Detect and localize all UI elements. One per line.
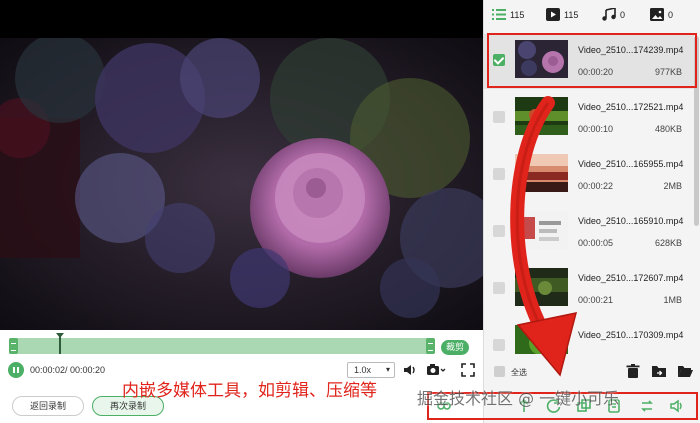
annotation-text: 内嵌多媒体工具，如剪辑、压缩等 [122, 381, 377, 401]
trash-icon[interactable] [625, 363, 641, 379]
item-checkbox[interactable] [493, 225, 505, 237]
item-checkbox[interactable] [493, 282, 505, 294]
fullscreen-icon[interactable] [460, 362, 476, 378]
tab-audio[interactable]: 0 [602, 7, 626, 23]
file-size: 480KB [654, 124, 682, 134]
trim-timeline[interactable] [9, 333, 435, 354]
video-thumbnail [515, 325, 568, 354]
tab-count: 115 [564, 9, 579, 20]
trim-start-handle[interactable] [9, 338, 18, 354]
convert-tool-icon[interactable] [639, 398, 655, 414]
item-checkbox[interactable] [493, 111, 505, 123]
list-item[interactable]: Video_2510...172607.mp4 00:00:21 1MB [484, 262, 694, 317]
export-folder-icon[interactable] [651, 363, 667, 379]
playhead[interactable] [55, 333, 64, 354]
list-item[interactable]: Video_2510...170309.mp4 [484, 319, 694, 354]
pause-button[interactable] [8, 362, 24, 378]
video-icon [546, 8, 560, 23]
file-duration: 00:00:05 [578, 238, 614, 248]
speed-value: 1.0x [354, 365, 372, 375]
tab-image[interactable]: 0 [650, 8, 673, 23]
media-tabs: 115 115 0 0 [484, 0, 700, 32]
list-item[interactable]: Video_2510...165910.mp4 00:00:05 628KB [484, 205, 694, 260]
video-thumbnail [515, 211, 568, 249]
camera-icon[interactable] [426, 362, 446, 378]
file-duration: 00:00:10 [578, 124, 614, 134]
file-name: Video_2510...172607.mp4 [578, 273, 684, 283]
file-name: Video_2510...165955.mp4 [578, 159, 684, 169]
video-frame [0, 38, 483, 330]
file-duration: 00:00:22 [578, 181, 614, 191]
tab-video[interactable]: 115 [546, 8, 578, 23]
timecode: 00:00:02/ 00:00:20 [30, 365, 106, 375]
select-all-label[interactable]: 全选 [511, 367, 527, 378]
video-thumbnail [515, 97, 568, 135]
file-size: 628KB [654, 238, 682, 248]
back-to-record-button[interactable]: 返回录制 [12, 396, 84, 416]
file-size: 2MB [663, 181, 682, 191]
tab-count: 115 [510, 9, 525, 20]
trim-end-handle[interactable] [426, 338, 435, 354]
screen-recorder-window: 裁剪 00:00:02/ 00:00:20 1.0x ▾ 返回录制 再次录制 1… [0, 0, 700, 423]
file-size: 1MB [663, 295, 682, 305]
list-icon [492, 8, 506, 23]
item-checkbox[interactable] [493, 168, 505, 180]
item-checkbox[interactable] [493, 339, 505, 351]
watermark: 掘金技术社区 @ 一键小可乐 [417, 389, 620, 408]
file-name: Video_2510...170309.mp4 [578, 330, 684, 340]
volume-icon[interactable] [402, 362, 418, 378]
list-item[interactable]: Video_2510...172521.mp4 00:00:10 480KB [484, 91, 694, 146]
image-icon [650, 8, 664, 23]
tab-all[interactable]: 115 [492, 8, 524, 23]
select-all-checkbox[interactable] [494, 366, 505, 377]
cut-button[interactable]: 裁剪 [441, 340, 469, 355]
panel-footer: 全选 [484, 360, 700, 382]
chevron-down-icon: ▾ [385, 365, 390, 374]
audio-tool-icon[interactable] [669, 398, 685, 414]
video-preview[interactable] [0, 0, 483, 330]
video-thumbnail [515, 154, 568, 192]
selection-highlight [487, 33, 697, 88]
list-item[interactable]: Video_2510...165955.mp4 00:00:22 2MB [484, 148, 694, 203]
tab-count: 0 [620, 9, 626, 20]
file-name: Video_2510...165910.mp4 [578, 216, 684, 226]
tab-count: 0 [668, 9, 674, 20]
music-icon [602, 7, 616, 23]
open-folder-icon[interactable] [677, 363, 693, 379]
video-thumbnail [515, 268, 568, 306]
file-name: Video_2510...172521.mp4 [578, 102, 684, 112]
file-duration: 00:00:21 [578, 295, 614, 305]
